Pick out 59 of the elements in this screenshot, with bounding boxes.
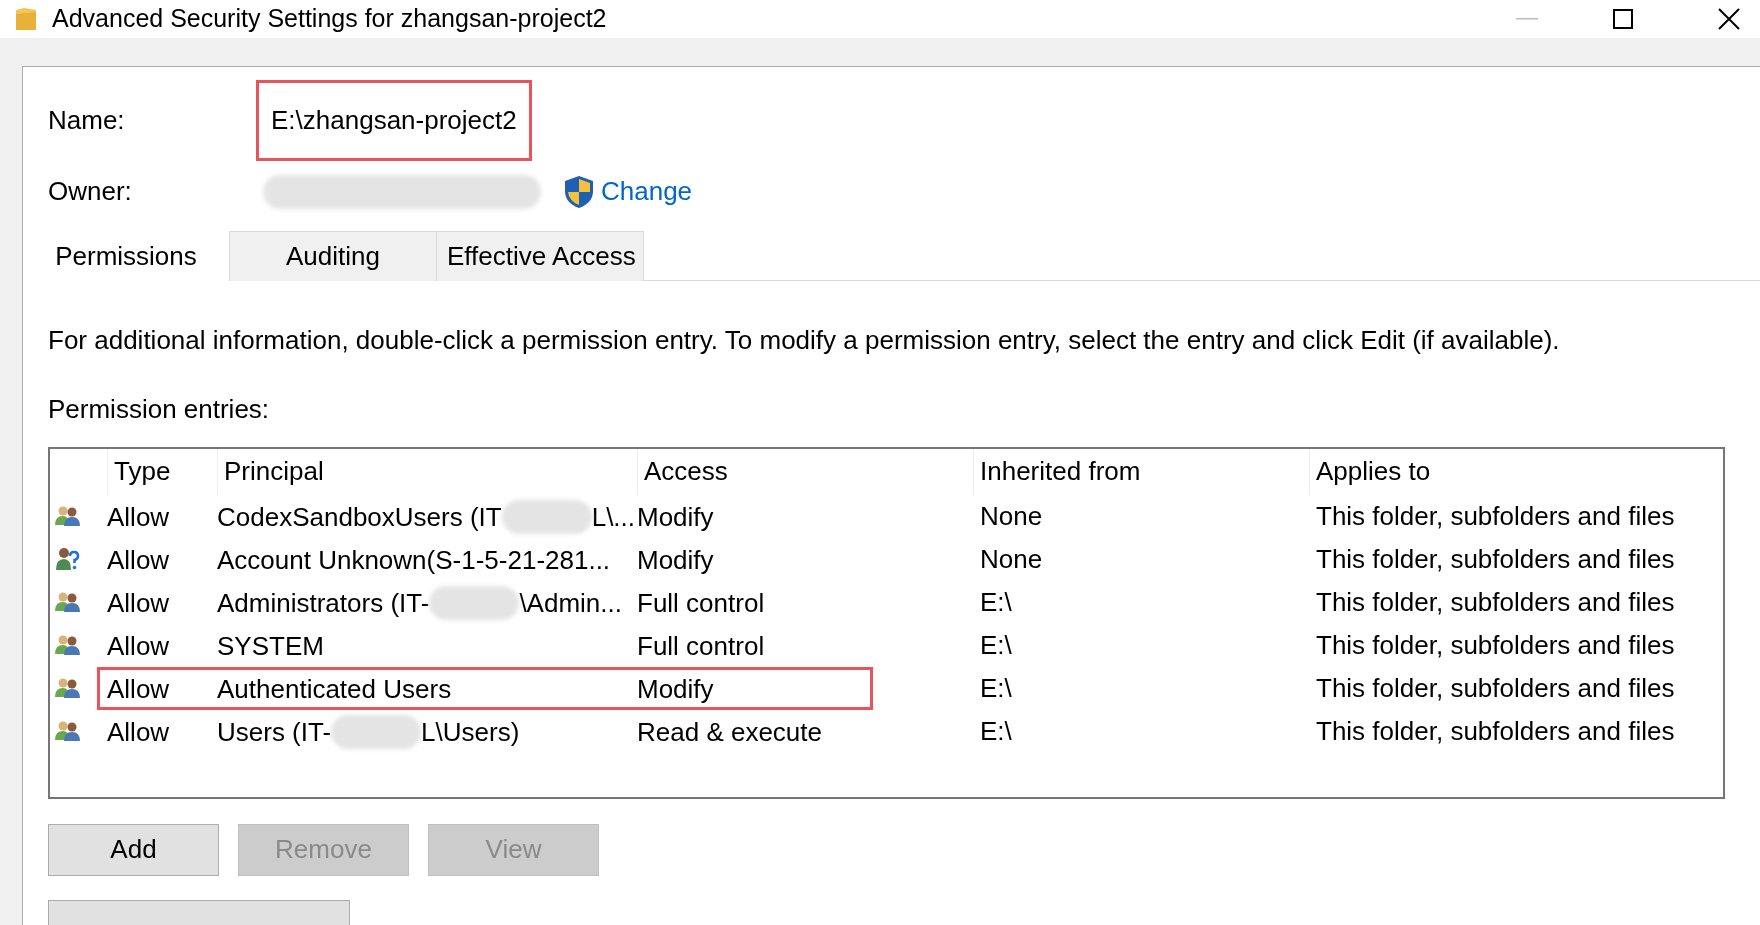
tab[interactable]: Effective Access — [437, 230, 644, 281]
table-cell-text: Allow — [107, 500, 171, 534]
action-button[interactable]: Add — [48, 823, 219, 876]
column-header[interactable]: Access — [637, 448, 973, 495]
principal-text: L\Users) — [421, 715, 520, 749]
column-header[interactable]: Inherited from — [973, 448, 1309, 495]
users-icon — [55, 677, 81, 699]
table-cell-text: E:\ — [979, 628, 1013, 662]
principal-text: SYSTEM — [217, 629, 324, 663]
users-icon — [55, 505, 81, 527]
name-value: E:\zhangsan-project2 — [256, 80, 532, 161]
tab[interactable]: Permissions — [23, 230, 230, 282]
principal-text: L\... — [591, 500, 636, 534]
table-cell-text: None — [979, 542, 1044, 576]
tab[interactable]: Auditing — [230, 230, 437, 281]
table-cell-text: This folder, subfolders and files — [1315, 499, 1676, 533]
principal-text: \Admin... — [519, 586, 622, 620]
table-cell-text: Allow — [107, 629, 171, 663]
name-label: Name: — [48, 104, 126, 137]
entries-label: Permission entries: — [48, 392, 271, 426]
table-cell-text: Allow — [107, 715, 171, 749]
folder-icon — [14, 5, 38, 32]
table-cell-text: Modify — [637, 672, 715, 706]
owner-label: Owner: — [48, 175, 133, 208]
table-cell-text: Full control — [637, 586, 766, 620]
principal-text: Administrators (IT- — [217, 586, 430, 620]
table-cell-text: This folder, subfolders and files — [1315, 714, 1676, 748]
table-cell-text: E:\ — [979, 714, 1013, 748]
window-title: Advanced Security Settings for zhangsan-project2 — [52, 3, 607, 34]
table-cell-text: Allow — [107, 672, 171, 706]
shield-icon — [563, 174, 595, 209]
maximize-icon[interactable] — [1613, 8, 1633, 29]
table-cell-text: Modify — [637, 500, 715, 534]
principal-text: Users (IT- — [217, 715, 332, 749]
table-cell-text: This folder, subfolders and files — [1315, 585, 1676, 619]
close-icon[interactable] — [1718, 7, 1740, 30]
principal-text: CodexSandboxUsers (IT — [217, 500, 502, 534]
table-cell-text: This folder, subfolders and files — [1315, 628, 1676, 662]
column-header[interactable]: Type — [107, 448, 217, 495]
table-cell-text: This folder, subfolders and files — [1315, 671, 1676, 705]
unknown-user-icon — [55, 547, 81, 571]
principal-text: Account Unknown(S-1-5-21-281... — [217, 543, 611, 577]
users-icon — [55, 591, 81, 613]
table-cell-text: None — [979, 499, 1044, 533]
change-link[interactable]: Change — [601, 172, 693, 211]
users-icon — [55, 720, 81, 742]
table-cell-text: This folder, subfolders and files — [1315, 542, 1676, 576]
principal-text: Authenticated Users — [217, 672, 452, 706]
info-text: For additional information, double-click a permission entry. To modify a permission entry, select the entry and click Edit (if available). — [48, 323, 1561, 357]
table-cell-text: Allow — [107, 586, 171, 620]
column-header[interactable]: Principal — [217, 448, 637, 495]
table-cell-text: Full control — [637, 629, 766, 663]
table-cell-text: E:\ — [979, 585, 1013, 619]
column-header[interactable]: Applies to — [1309, 448, 1723, 495]
table-cell-text: Allow — [107, 543, 171, 577]
table-cell-text: Read & execute — [637, 715, 823, 749]
users-icon — [55, 634, 81, 656]
table-cell-text: E:\ — [979, 671, 1013, 705]
table-cell-text: Modify — [637, 543, 715, 577]
